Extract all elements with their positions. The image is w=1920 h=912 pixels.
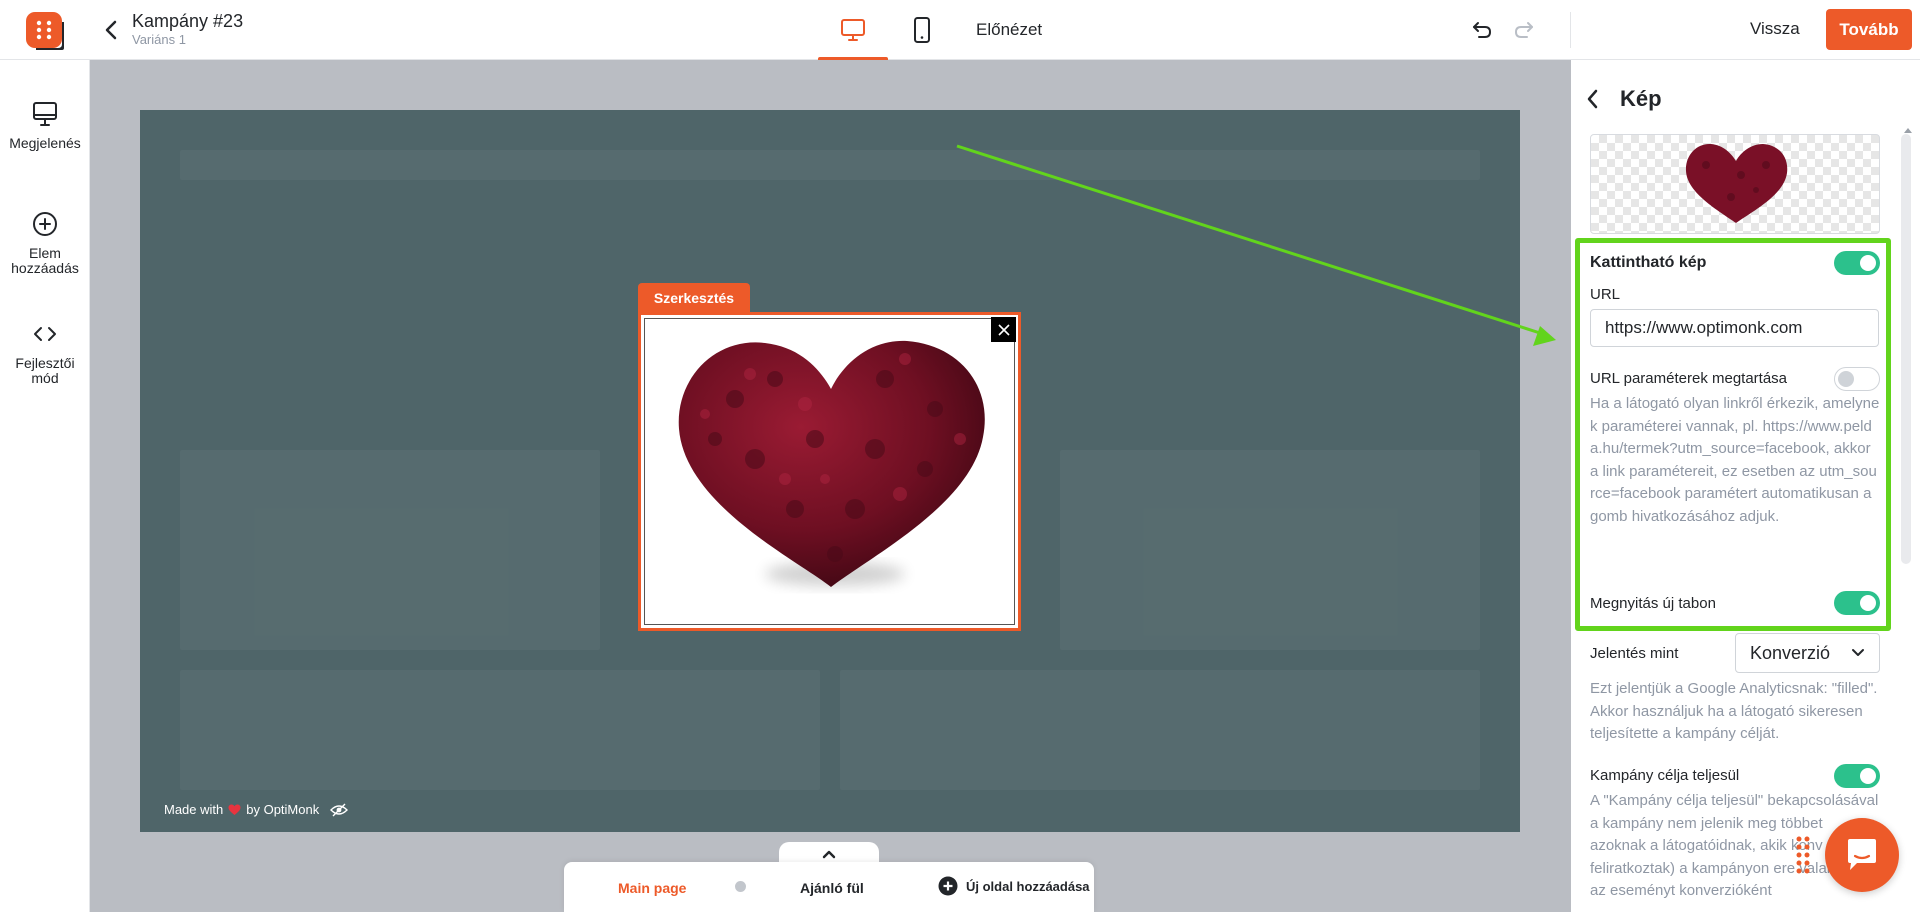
keep-params-help: Ha a látogató olyan linkről érkezik, ame… <box>1590 395 1880 525</box>
panel-title: Kép <box>1620 86 1662 111</box>
url-label: URL <box>1590 286 1621 303</box>
keep-params-label: URL paraméterek megtartása <box>1590 370 1788 387</box>
chevron-up-icon <box>822 850 836 859</box>
image-preview-thumbnail[interactable] <box>1590 134 1880 234</box>
plus-circle-icon <box>938 876 958 896</box>
goal-label: Kampány célja teljesül <box>1590 767 1740 784</box>
tab-main-page[interactable]: Main page <box>618 880 686 896</box>
chevron-left-icon[interactable] <box>1586 88 1600 115</box>
tab-recommend[interactable]: Ajánló fül <box>800 880 864 896</box>
clickable-image-toggle[interactable] <box>1834 251 1880 275</box>
panel-scrollbar[interactable] <box>1901 134 1911 564</box>
report-help: Ezt jelentjük a Google Analyticsnak: "fi… <box>1590 680 1878 743</box>
report-as-value: Konverzió <box>1750 642 1831 663</box>
optimonk-dots-icon <box>1795 835 1811 880</box>
report-as-label: Jelentés mint <box>1590 645 1679 662</box>
clickable-image-label: Kattintható kép <box>1590 254 1707 271</box>
new-tab-toggle[interactable] <box>1834 591 1880 615</box>
chat-widget-button[interactable] <box>1825 818 1899 892</box>
new-tab-label: Megnyitás új tabon <box>1590 595 1716 612</box>
add-page-label: Új oldal hozzáadása <box>966 878 1090 894</box>
chat-icon <box>1848 839 1876 870</box>
url-input[interactable]: https://www.optimonk.com <box>1590 309 1879 347</box>
page-separator-dot <box>735 881 746 892</box>
goal-toggle[interactable] <box>1834 764 1880 788</box>
scroll-up-icon[interactable] <box>1904 128 1912 133</box>
report-as-select[interactable]: Konverzió <box>1735 633 1880 673</box>
keep-params-toggle[interactable] <box>1834 367 1880 391</box>
chevron-down-icon <box>1852 649 1864 656</box>
add-page-button[interactable]: Új oldal hozzáadása <box>938 876 1090 896</box>
